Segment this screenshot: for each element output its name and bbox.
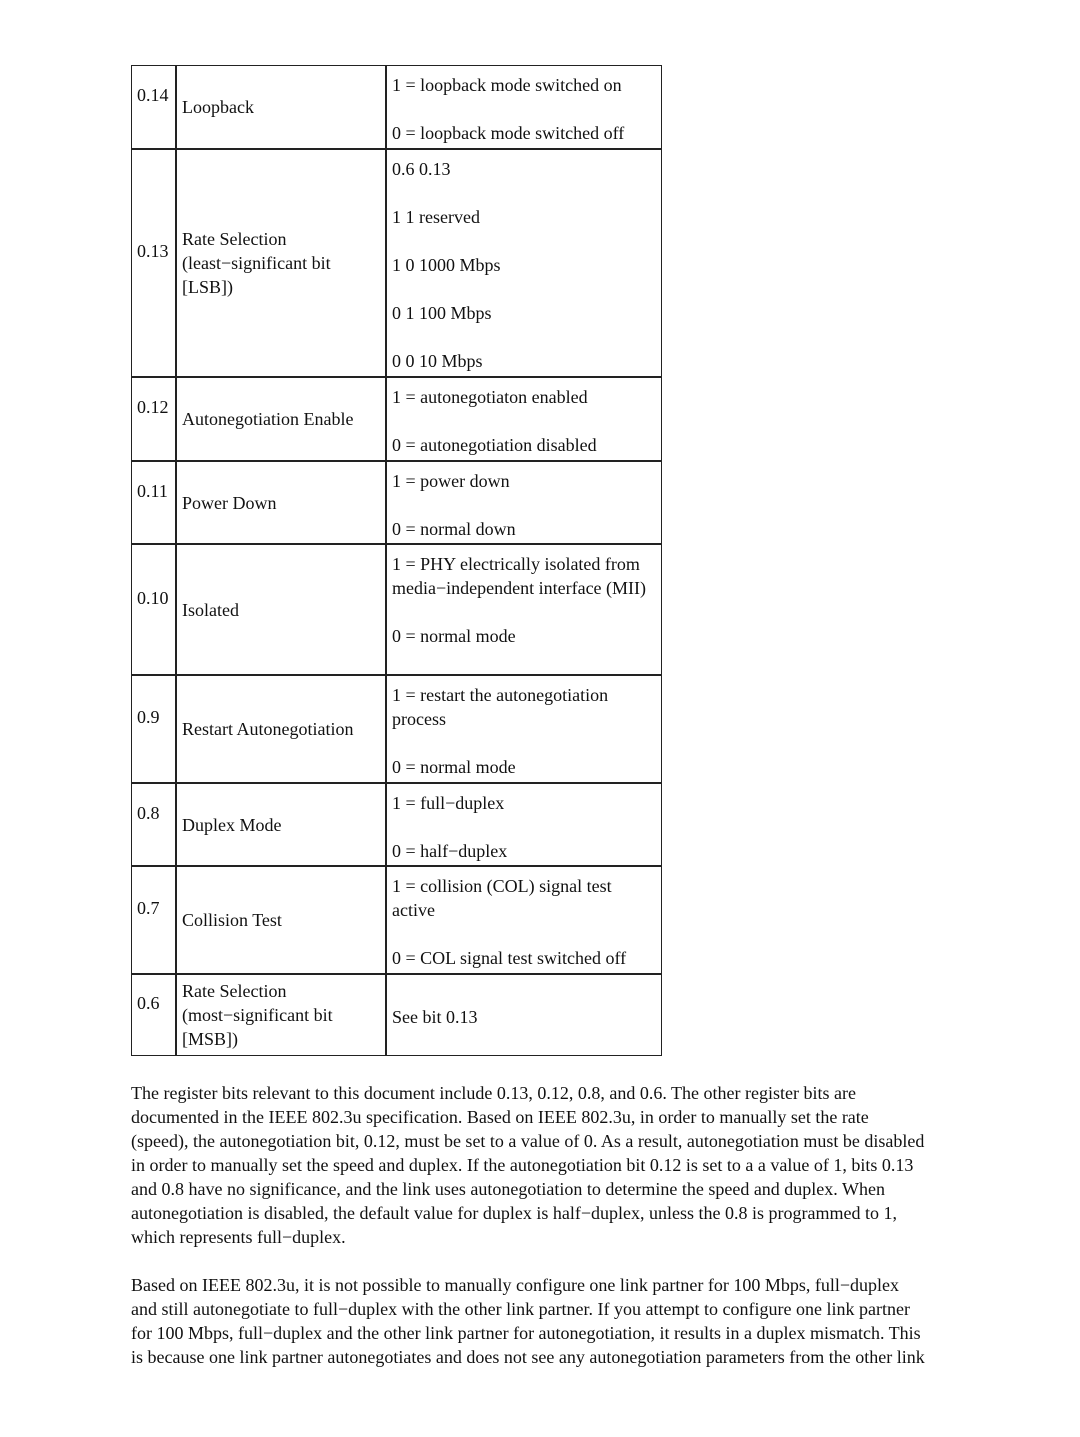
description-cell: 0.6 0.13 1 1 reserved 1 0 1000 Mbps 0 1 100… (387, 150, 661, 376)
bit-name: Duplex Mode (182, 814, 282, 835)
name-cell: Power Down (177, 462, 387, 543)
paragraph-line: and still autonegotiate to full−duplex w… (131, 1299, 910, 1319)
description-cell: 1 = loopback mode switched on 0 = loopbac… (387, 66, 661, 148)
paragraph-line: and 0.8 have no significance, and the li… (131, 1179, 885, 1199)
paragraph: Based on IEEE 802.3u, it is not possible… (131, 1273, 1031, 1369)
bit-value-description: 0 = normal down (392, 519, 516, 539)
bit-value-description: 1 = loopback mode switched on (392, 75, 622, 95)
bit-number: 0.10 (137, 587, 169, 608)
paragraph-line: autonegotiation is disabled, the default… (131, 1203, 897, 1223)
bit-number: 0.8 (137, 802, 160, 823)
bit-number: 0.13 (137, 241, 169, 261)
paragraph-line: The register bits relevant to this docum… (131, 1083, 856, 1103)
bit-value-description: 0 = COL signal test switched off (392, 948, 627, 968)
bit-name: Power Down (182, 492, 277, 513)
table-row: 0.14 Loopback 1 = loopback mode switched… (132, 66, 661, 148)
table-row: 0.11 Power Down 1 = power down 0 = normal… (132, 460, 661, 543)
table-row: 0.13 Rate Selection (least−significant b… (132, 148, 661, 376)
bit-value-description: 1 = restart the autonegotiation process (392, 685, 609, 729)
paragraph-line: which represents full−duplex. (131, 1227, 346, 1247)
bit-cell: 0.10 (132, 545, 177, 674)
name-cell: Collision Test (177, 867, 387, 973)
bit-value-description: See bit 0.13 (392, 1006, 478, 1027)
register-bits-table: 0.14 Loopback 1 = loopback mode switched… (131, 65, 662, 1056)
name-cell: Rate Selection (most−significant bit [MS… (177, 975, 387, 1055)
description-cell: 1 = full−duplex 0 = half−duplex (387, 784, 661, 865)
bit-value-description: 1 0 1000 Mbps (392, 255, 501, 275)
description-cell: 1 = restart the autonegotiation process 0… (387, 676, 661, 782)
table-row: 0.9 Restart Autonegotiation 1 = restart … (132, 674, 661, 782)
body-text: The register bits relevant to this docum… (131, 1081, 1031, 1393)
bit-name: Rate Selection (least−significant bit [L… (182, 229, 331, 297)
paragraph-line: Based on IEEE 802.3u, it is not possible… (131, 1275, 900, 1295)
name-cell: Isolated (177, 545, 387, 674)
bit-cell: 0.7 (132, 867, 177, 973)
bit-value-description: 0 = loopback mode switched off (392, 123, 625, 143)
bit-value-description: 1 1 reserved (392, 207, 480, 227)
table-row: 0.6 Rate Selection (most−significant bit… (132, 973, 661, 1055)
paragraph-line: documented in the IEEE 802.3u specificat… (131, 1107, 869, 1127)
bit-name: Collision Test (182, 910, 282, 930)
bit-cell: 0.14 (132, 66, 177, 148)
bit-value-description: 0 = normal mode (392, 757, 516, 777)
description-cell: See bit 0.13 (387, 975, 661, 1055)
bit-number: 0.9 (137, 707, 160, 727)
bit-cell: 0.9 (132, 676, 177, 782)
name-cell: Rate Selection (least−significant bit [L… (177, 150, 387, 376)
table-row: 0.10 Isolated 1 = PHY electrically isola… (132, 543, 661, 674)
table-row: 0.12 Autonegotiation Enable 1 = autonego… (132, 376, 661, 460)
bit-value-description: 0 = half−duplex (392, 841, 508, 861)
bit-number: 0.6 (137, 993, 160, 1013)
bit-number: 0.12 (137, 397, 169, 417)
bit-value-description: 0 0 10 Mbps (392, 351, 483, 371)
bit-number: 0.14 (137, 85, 169, 105)
bit-value-description: 1 = full−duplex (392, 793, 505, 813)
description-cell: 1 = autonegotiaton enabled 0 = autonegoti… (387, 378, 661, 460)
bit-value-description: 0.6 0.13 (392, 159, 451, 179)
name-cell: Autonegotiation Enable (177, 378, 387, 460)
bit-cell: 0.8 (132, 784, 177, 865)
paragraph: The register bits relevant to this docum… (131, 1081, 1031, 1249)
bit-number: 0.7 (137, 898, 160, 918)
bit-cell: 0.6 (132, 975, 177, 1055)
bit-number: 0.11 (137, 480, 168, 501)
description-cell: 1 = power down 0 = normal down (387, 462, 661, 543)
bit-cell: 0.13 (132, 150, 177, 376)
bit-value-description: 1 = autonegotiaton enabled (392, 387, 588, 407)
paragraph-line: for 100 Mbps, full−duplex and the other … (131, 1323, 921, 1343)
bit-cell: 0.12 (132, 378, 177, 460)
table-row: 0.8 Duplex Mode 1 = full−duplex 0 = half−… (132, 782, 661, 865)
description-cell: 1 = PHY electrically isolated from media… (387, 545, 661, 674)
name-cell: Loopback (177, 66, 387, 148)
bit-value-description: 0 = normal mode (392, 626, 516, 646)
table-row: 0.7 Collision Test 1 = collision (COL) s… (132, 865, 661, 973)
bit-value-description: 1 = PHY electrically isolated from media… (392, 554, 647, 598)
paragraph-line: (speed), the autonegotiation bit, 0.12, … (131, 1131, 925, 1151)
name-cell: Restart Autonegotiation (177, 676, 387, 782)
description-cell: 1 = collision (COL) signal test active 0 … (387, 867, 661, 973)
bit-value-description: 0 1 100 Mbps (392, 303, 492, 323)
paragraph-line: is because one link partner autonegotiat… (131, 1347, 925, 1367)
bit-name: Restart Autonegotiation (182, 719, 354, 739)
bit-value-description: 1 = power down (392, 471, 510, 491)
bit-value-description: 0 = autonegotiation disabled (392, 435, 597, 455)
bit-cell: 0.11 (132, 462, 177, 543)
bit-name: Isolated (182, 599, 239, 620)
bit-name: Autonegotiation Enable (182, 409, 354, 429)
bit-value-description: 1 = collision (COL) signal test active (392, 876, 612, 920)
name-cell: Duplex Mode (177, 784, 387, 865)
bit-name: Rate Selection (most−significant bit [MS… (182, 981, 333, 1049)
bit-name: Loopback (182, 97, 254, 117)
paragraph-line: in order to manually set the speed and d… (131, 1155, 914, 1175)
